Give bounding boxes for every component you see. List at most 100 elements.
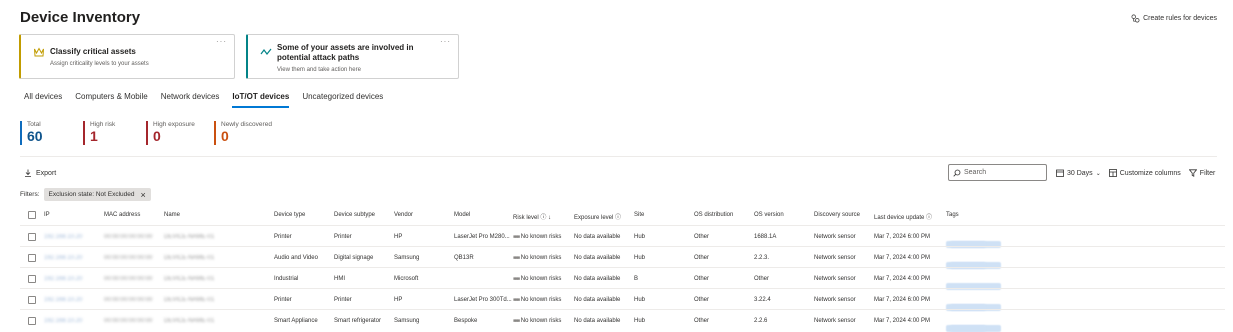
stat-value: 1 (90, 128, 98, 144)
filter-chip[interactable]: Exclusion state: Not Excluded × (43, 188, 151, 201)
col-device-subtype[interactable]: Device subtype (334, 212, 375, 218)
close-icon[interactable]: × (141, 190, 146, 199)
row-checkbox[interactable] (28, 317, 36, 325)
download-icon (25, 169, 31, 177)
ip-cell[interactable]: 192.168.10.20 (44, 234, 82, 240)
col-tags[interactable]: Tags (946, 212, 959, 218)
customize-columns-button[interactable]: Customize columns (1108, 169, 1181, 177)
col-os-version[interactable]: OS version (754, 212, 784, 218)
crown-icon (34, 47, 44, 57)
days-dropdown[interactable]: 30 Days ⌄ (1056, 169, 1101, 177)
tab-all-devices[interactable]: All devices (24, 92, 62, 108)
col-vendor[interactable]: Vendor (394, 212, 413, 218)
stat-total[interactable]: Total 60 (20, 121, 43, 145)
tab-computers-mobile[interactable]: Computers & Mobile (75, 92, 147, 108)
os-version-cell: 3.22.4 (754, 297, 771, 303)
row-checkbox[interactable] (28, 275, 36, 283)
os-distribution-cell: Other (694, 318, 710, 324)
last-update-cell: Mar 7, 2024 4:00 PM (874, 255, 931, 261)
table-row[interactable]: 192.168.10.20 00:00:00:00:00:00 DEVICE-NAM… (20, 288, 1225, 311)
name-cell: DEVICE-NAME-01 (164, 297, 215, 303)
more-icon[interactable]: ··· (440, 37, 451, 46)
divider (20, 156, 1217, 157)
stat-value: 60 (27, 128, 43, 144)
ip-cell[interactable]: 192.168.10.20 (44, 297, 82, 303)
os-distribution-cell: Other (694, 297, 710, 303)
stat-newly-discovered[interactable]: Newly discovered 0 (214, 121, 272, 145)
discovery-source-cell: Network sensor (814, 234, 856, 240)
table-row[interactable]: 192.168.10.20 00:00:00:00:00:00 DEVICE-NAM… (20, 225, 1225, 248)
page-title: Device Inventory (20, 9, 141, 26)
mac-cell: 00:00:00:00:00:00 (104, 318, 153, 324)
name-cell: DEVICE-NAME-01 (164, 234, 215, 240)
create-rules-link[interactable]: Create rules for devices (1131, 14, 1217, 23)
device-subtype-cell: Digital signage (334, 255, 374, 261)
device-type-cell: Audio and Video (274, 255, 318, 261)
attack-paths-card[interactable]: Some of your assets are involved in pote… (246, 34, 459, 79)
site-cell: B (634, 276, 639, 282)
customize-columns-label: Customize columns (1119, 169, 1181, 177)
os-distribution-cell: Other (694, 255, 710, 261)
tab-uncategorized-devices[interactable]: Uncategorized devices (302, 92, 383, 108)
col-os-distribution[interactable]: OS distribution (694, 212, 733, 218)
name-cell: DEVICE-NAME-01 (164, 318, 215, 324)
os-version-cell: 1688.1A (754, 234, 777, 240)
device-subtype-cell: Printer (334, 297, 352, 303)
stat-label: High risk (90, 121, 116, 128)
discovery-source-cell: Network sensor (814, 276, 856, 282)
table-row[interactable]: 192.168.10.20 00:00:00:00:00:00 DEVICE-NAM… (20, 267, 1225, 290)
last-update-label: Last device update (874, 215, 925, 221)
risk-level-label: Risk level (513, 215, 539, 221)
col-discovery-source[interactable]: Discovery source (814, 212, 860, 218)
grid-toolbar: 30 Days ⌄ Customize columns Filter (1056, 169, 1215, 177)
stat-high-exposure[interactable]: High exposure 0 (146, 121, 195, 145)
device-type-cell: Printer (274, 297, 292, 303)
table-row[interactable]: 192.168.10.20 00:00:00:00:00:00 DEVICE-NAM… (20, 309, 1225, 332)
stat-high-risk[interactable]: High risk 1 (83, 121, 115, 145)
col-ip[interactable]: IP (44, 212, 50, 218)
row-checkbox[interactable] (28, 254, 36, 262)
tab-network-devices[interactable]: Network devices (161, 92, 220, 108)
card-subtitle: Assign criticality levels to your assets (50, 61, 149, 67)
col-name[interactable]: Name (164, 212, 180, 218)
col-exposure-level[interactable]: Exposure level ⓘ (574, 212, 621, 221)
more-icon[interactable]: ··· (216, 37, 227, 46)
discovery-source-cell: Network sensor (814, 318, 856, 324)
col-device-type[interactable]: Device type (274, 212, 305, 218)
row-checkbox[interactable] (28, 296, 36, 304)
tag-chip (950, 325, 986, 332)
mac-cell: 00:00:00:00:00:00 (104, 234, 153, 240)
exposure-level-cell: No data available (574, 297, 621, 303)
name-cell: DEVICE-NAME-01 (164, 276, 215, 282)
tab-iot-ot-devices[interactable]: IoT/OT devices (232, 92, 290, 108)
vendor-cell: Samsung (394, 318, 420, 324)
rules-icon (1131, 14, 1140, 23)
search-input[interactable]: Search (948, 164, 1047, 181)
select-all-checkbox[interactable] (28, 211, 36, 219)
col-mac[interactable]: MAC address (104, 212, 140, 218)
col-site[interactable]: Site (634, 212, 644, 218)
risk-level-text: No known risks (520, 255, 562, 261)
classify-assets-card[interactable]: Classify critical assets Assign critical… (19, 34, 235, 79)
ip-cell[interactable]: 192.168.10.20 (44, 318, 82, 324)
ip-cell[interactable]: 192.168.10.20 (44, 255, 82, 261)
filter-button[interactable]: Filter (1188, 169, 1215, 177)
table-row[interactable]: 192.168.10.20 00:00:00:00:00:00 DEVICE-NAM… (20, 246, 1225, 269)
search-icon (953, 169, 961, 177)
export-button[interactable]: Export (24, 169, 56, 177)
mac-cell: 00:00:00:00:00:00 (104, 297, 153, 303)
col-last-update[interactable]: Last device update ⓘ (874, 212, 932, 221)
col-risk-level[interactable]: Risk level ⓘ ↓ (513, 212, 551, 221)
risk-bars-icon: ■■■ (513, 276, 520, 282)
table-header: IP MAC address Name Device type Device s… (20, 205, 1225, 225)
filter-chip-label: Exclusion state: Not Excluded (48, 191, 135, 198)
col-model[interactable]: Model (454, 212, 470, 218)
risk-level-cell: ■■■ No known risks (513, 276, 561, 282)
card-title: Classify critical assets (50, 47, 136, 56)
row-checkbox[interactable] (28, 233, 36, 241)
os-version-cell: 2.2.3. (754, 255, 770, 261)
device-tabs: All devices Computers & Mobile Network d… (24, 92, 396, 108)
device-subtype-cell: HMI (334, 276, 345, 282)
risk-level-cell: ■■■ No known risks (513, 234, 561, 240)
ip-cell[interactable]: 192.168.10.20 (44, 276, 82, 282)
